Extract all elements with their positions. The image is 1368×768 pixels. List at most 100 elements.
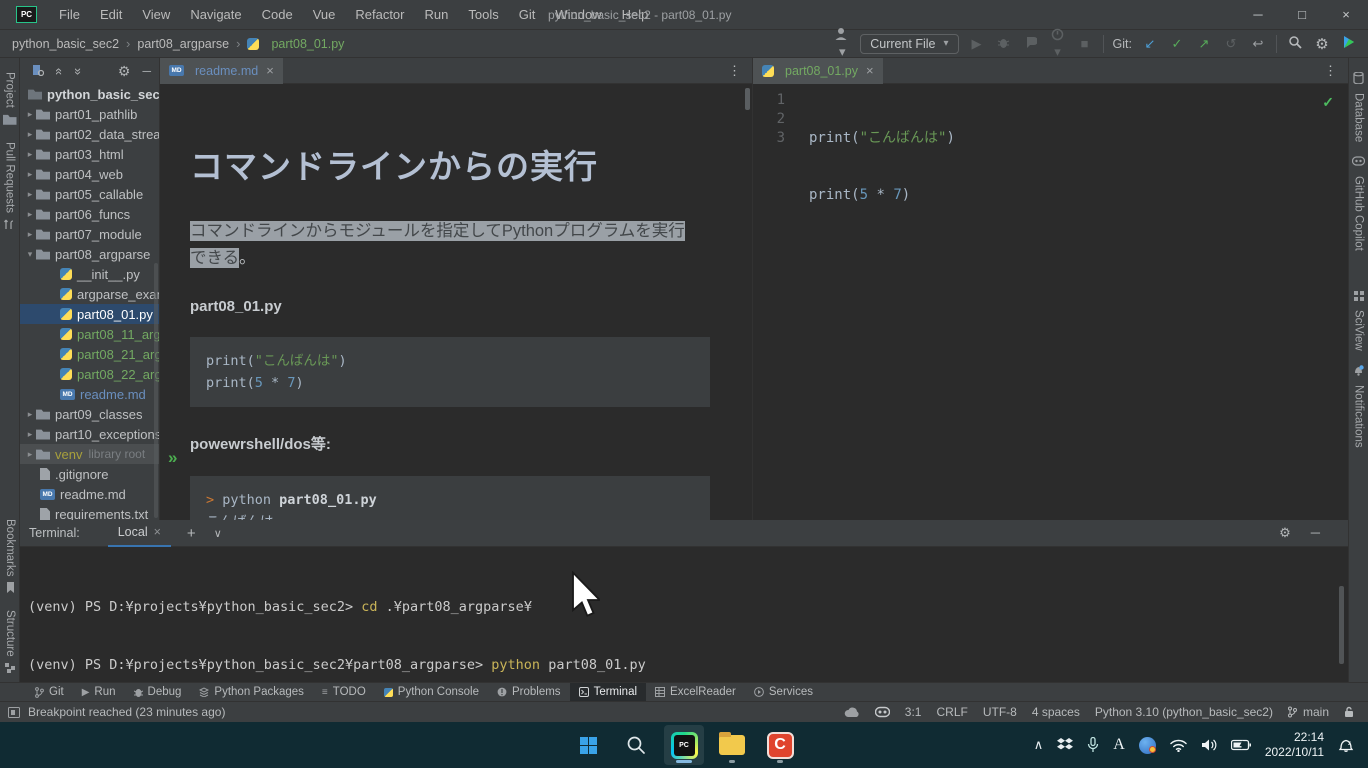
close-button[interactable]: × [1324, 0, 1368, 30]
toolbtn-terminal[interactable]: Terminal [570, 683, 646, 702]
tree-item-root[interactable]: python_basic_sec2 D:¥ [20, 84, 159, 104]
tool-window-database[interactable]: Database [1349, 72, 1368, 142]
restore-button[interactable]: □ [1280, 0, 1324, 30]
dropbox-icon[interactable] [1057, 738, 1073, 752]
chevron-right-icon[interactable]: ▸ [24, 409, 36, 420]
taskbar-camtasia-button[interactable]: C [760, 725, 800, 765]
start-button[interactable] [568, 725, 608, 765]
git-branch-name[interactable]: main [1303, 705, 1329, 719]
tree-item-file[interactable]: part08_22_argpa [20, 364, 159, 384]
tree-item-file[interactable]: readme.md [20, 384, 159, 404]
toolbtn-excelreader[interactable]: ExcelReader [646, 683, 745, 702]
new-terminal-icon[interactable]: + [187, 525, 196, 542]
run-code-block-icon[interactable]: » [168, 448, 177, 468]
chevron-down-icon[interactable]: ▾ [24, 249, 36, 260]
breadcrumb-folder[interactable]: part08_argparse [137, 37, 229, 51]
microphone-icon[interactable] [1087, 737, 1099, 753]
stop-button[interactable]: ■ [1076, 36, 1094, 51]
taskbar-clock[interactable]: 22:14 2022/10/11 [1265, 730, 1324, 760]
file-encoding[interactable]: UTF-8 [983, 705, 1017, 719]
speaker-icon[interactable] [1201, 738, 1217, 752]
menu-vue[interactable]: Vue [303, 0, 346, 30]
user-icon[interactable]: ▾ [833, 27, 851, 60]
tree-item-file[interactable]: part08_11_argv.p [20, 324, 159, 344]
taskbar-pycharm-button[interactable]: PC [664, 725, 704, 765]
coverage-button[interactable] [1022, 36, 1040, 52]
expand-all-icon[interactable]: « [52, 67, 67, 74]
chevron-right-icon[interactable]: ▸ [24, 109, 36, 120]
toolbtn-services[interactable]: Services [745, 683, 822, 702]
cloud-sync-icon[interactable] [844, 707, 860, 718]
tool-window-bookmarks[interactable]: Bookmarks [0, 519, 20, 597]
menu-view[interactable]: View [132, 0, 180, 30]
debug-button[interactable] [995, 36, 1013, 52]
more-options-icon[interactable]: ⋮ [1324, 63, 1348, 79]
tree-item-venv[interactable]: ▸venvlibrary root [20, 444, 159, 464]
copilot-status-icon[interactable] [875, 706, 890, 718]
notification-bell-icon[interactable]: z [1338, 737, 1354, 753]
ime-mode-indicator[interactable]: A [1113, 736, 1125, 754]
code-area[interactable]: 1 2 3 print("こんばんは") print(5 * 7) [753, 84, 1348, 243]
chevron-right-icon[interactable]: ▸ [24, 149, 36, 160]
hide-panel-icon[interactable]: ─ [1311, 525, 1320, 541]
toolbtn-problems[interactable]: Problems [488, 683, 570, 702]
rollback-icon[interactable]: ↩ [1249, 36, 1267, 52]
status-message[interactable]: Breakpoint reached (23 minutes ago) [28, 705, 225, 719]
more-options-icon[interactable]: ⋮ [728, 63, 752, 79]
chevron-right-icon[interactable]: ▸ [24, 229, 36, 240]
tree-item-folder[interactable]: ▸part01_pathlib [20, 104, 159, 124]
chevron-right-icon[interactable]: ▸ [24, 209, 36, 220]
menu-tools[interactable]: Tools [458, 0, 508, 30]
tree-item-folder[interactable]: ▸part05_callable [20, 184, 159, 204]
menu-edit[interactable]: Edit [90, 0, 132, 30]
locate-file-icon[interactable] [32, 64, 44, 79]
tool-window-pull-requests[interactable]: Pull Requests [0, 142, 19, 233]
terminal-settings-gear-icon[interactable]: ⚙ [1279, 525, 1291, 541]
breadcrumb-file[interactable]: part08_01.py [271, 37, 344, 51]
run-configuration-select[interactable]: Current File ▾ [860, 34, 958, 54]
chevron-right-icon[interactable]: ▸ [24, 169, 36, 180]
tree-item-folder[interactable]: ▸part09_classes [20, 404, 159, 424]
tree-item-file[interactable]: __init__.py [20, 264, 159, 284]
chevron-right-icon[interactable]: ▸ [24, 449, 36, 460]
close-icon[interactable]: × [154, 525, 161, 539]
tree-item-folder[interactable]: ▸part07_module [20, 224, 159, 244]
tab-readme-md[interactable]: readme.md × [160, 58, 283, 84]
terminal-tab-local[interactable]: Local × [108, 520, 171, 547]
profiler-button[interactable]: ▾ [1049, 28, 1067, 60]
tree-item-folder[interactable]: ▸part03_html [20, 144, 159, 164]
toolbtn-git[interactable]: Git [26, 683, 73, 702]
menu-navigate[interactable]: Navigate [180, 0, 251, 30]
python-interpreter[interactable]: Python 3.10 (python_basic_sec2) [1095, 705, 1273, 719]
toolbtn-python-console[interactable]: Python Console [375, 683, 488, 702]
toolbtn-run[interactable]: ▶Run [73, 683, 125, 702]
menu-code[interactable]: Code [252, 0, 303, 30]
chevron-right-icon[interactable]: ▸ [24, 429, 36, 440]
tree-item-file-selected[interactable]: part08_01.py [20, 304, 159, 324]
close-icon[interactable]: × [866, 63, 874, 78]
hide-panel-icon[interactable]: ─ [142, 64, 151, 78]
git-push-icon[interactable]: ↗ [1195, 36, 1213, 52]
chevron-right-icon[interactable]: ▸ [24, 129, 36, 140]
menu-file[interactable]: File [49, 0, 90, 30]
history-icon[interactable]: ↺ [1222, 36, 1240, 52]
breadcrumb-project[interactable]: python_basic_sec2 [12, 37, 119, 51]
tool-window-github-copilot[interactable]: GitHub Copilot [1349, 156, 1368, 251]
caret-position[interactable]: 3:1 [905, 705, 922, 719]
tree-item-file[interactable]: argparse_examp [20, 284, 159, 304]
inspections-ok-icon[interactable]: ✓ [1322, 94, 1334, 111]
tab-part08-01-py[interactable]: part08_01.py × [753, 58, 883, 84]
toolbtn-debug[interactable]: Debug [125, 683, 191, 702]
tool-window-sciview[interactable]: SciView [1349, 291, 1368, 351]
tool-window-structure[interactable]: Structure [0, 610, 20, 676]
tree-item-folder[interactable]: ▸part10_exceptions [20, 424, 159, 444]
menu-git[interactable]: Git [509, 0, 546, 30]
tree-item-file[interactable]: .gitignore [20, 464, 159, 484]
collapse-all-icon[interactable]: » [71, 67, 86, 74]
chevron-down-icon[interactable]: ∨ [214, 527, 222, 540]
chevron-right-icon[interactable]: ▸ [24, 189, 36, 200]
terminal-scrollbar[interactable] [1339, 586, 1344, 664]
tree-item-file[interactable]: readme.md [20, 484, 159, 504]
tree-item-file[interactable]: requirements.txt [20, 504, 159, 520]
taskbar-explorer-button[interactable] [712, 725, 752, 765]
